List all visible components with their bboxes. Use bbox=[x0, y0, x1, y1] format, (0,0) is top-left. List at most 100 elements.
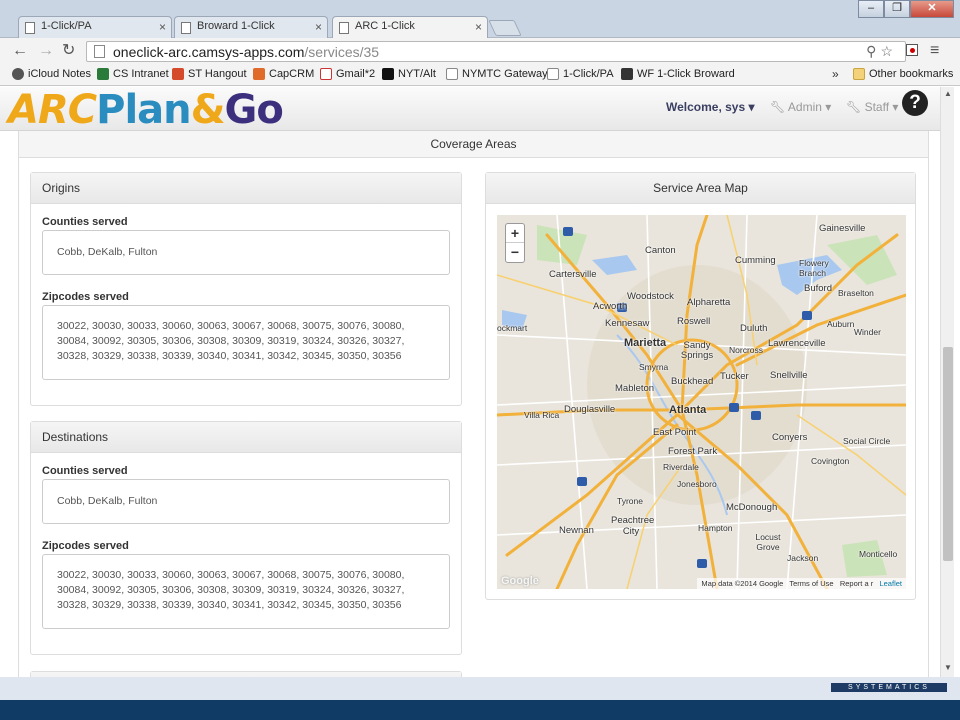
google-logo: Google bbox=[501, 575, 539, 587]
reload-icon[interactable]: ↻ bbox=[62, 42, 75, 60]
scroll-down-icon[interactable]: ▼ bbox=[944, 663, 952, 672]
map-label: Forest Park bbox=[668, 446, 718, 457]
star-icon[interactable]: ☆ bbox=[880, 43, 897, 59]
footer-light-band: SYSTEMATICS bbox=[0, 677, 960, 700]
destinations-panel: Destinations Counties served Cobb, DeKal… bbox=[30, 421, 462, 655]
service-area-map[interactable]: Gainesville Canton Cumming Flowery Branc… bbox=[497, 215, 906, 589]
leaflet-link[interactable]: Leaflet bbox=[879, 579, 902, 588]
map-label: Snellville bbox=[770, 370, 808, 381]
extension-icon[interactable] bbox=[906, 44, 918, 56]
tab-1-click-pa[interactable]: 1-Click/PA × bbox=[18, 16, 172, 38]
service-area-map-panel: Service Area Map Gainesville Canton Cumm… bbox=[485, 172, 916, 600]
destinations-heading: Destinations bbox=[31, 422, 461, 453]
logo-arc: ARC bbox=[8, 87, 97, 133]
bookmark-label: NYMTC Gateway bbox=[462, 68, 548, 80]
map-label: Canton bbox=[645, 245, 676, 256]
map-data-text: Map data ©2014 Google bbox=[701, 579, 784, 588]
origins-counties-field: Cobb, DeKalb, Fulton bbox=[42, 230, 450, 275]
map-label: Cumming bbox=[735, 255, 776, 266]
bookmark-label: Other bookmarks bbox=[869, 68, 954, 80]
map-label: Peachtree City bbox=[611, 515, 655, 537]
address-bar[interactable]: oneclick-arc.camsys-apps.com/services/35… bbox=[86, 41, 906, 62]
report-link[interactable]: Report a r bbox=[840, 579, 873, 588]
help-icon[interactable]: ? bbox=[902, 90, 928, 116]
bookmark-item[interactable]: iCloud Notes bbox=[12, 68, 91, 80]
page-viewport: ARCPlan&Go Welcome, sys ▾ 🔧︎ Admin ▾ 🔧︎ … bbox=[0, 87, 940, 677]
page-scrollbar[interactable]: ▲ ▼ bbox=[940, 87, 954, 677]
map-label: Sandy Springs bbox=[680, 340, 714, 361]
minimize-button[interactable]: – bbox=[858, 0, 884, 18]
map-label: McDonough bbox=[726, 502, 778, 513]
map-attribution: Map data ©2014 Google Terms of Use Repor… bbox=[697, 578, 906, 589]
map-label: Atlanta bbox=[669, 404, 707, 416]
page-icon bbox=[25, 22, 35, 34]
close-icon[interactable]: × bbox=[159, 20, 166, 34]
other-bookmarks[interactable]: Other bookmarks bbox=[853, 68, 953, 80]
zoom-in-button[interactable]: + bbox=[506, 224, 524, 243]
more-bookmarks-button[interactable]: » bbox=[832, 67, 839, 81]
map-label: Norcross bbox=[729, 345, 764, 355]
staff-menu[interactable]: 🔧︎ Staff ▾ bbox=[846, 100, 898, 114]
origins-panel: Origins Counties served Cobb, DeKalb, Fu… bbox=[30, 172, 462, 406]
plan-and-go-logo[interactable]: ARCPlan&Go bbox=[8, 87, 284, 133]
terms-link[interactable]: Terms of Use bbox=[789, 579, 833, 588]
browser-window: 1-Click/PA × Broward 1-Click × ARC 1-Cli… bbox=[0, 0, 960, 720]
map-label: Social Circle bbox=[843, 436, 891, 446]
back-icon[interactable]: ← bbox=[12, 42, 28, 60]
close-icon[interactable]: × bbox=[315, 20, 322, 34]
map-label: Cartersville bbox=[549, 269, 597, 280]
capcrm-icon bbox=[253, 68, 265, 80]
logo-plan: Plan bbox=[96, 87, 191, 133]
map-label: Marietta bbox=[624, 337, 667, 349]
bookmark-item[interactable]: WF 1-Click Broward bbox=[621, 68, 735, 80]
map-label: Mableton bbox=[615, 383, 655, 394]
tab-arc-1-click[interactable]: ARC 1-Click × bbox=[332, 16, 488, 39]
origins-heading: Origins bbox=[31, 173, 461, 204]
bookmark-item[interactable]: NYT/Alt bbox=[382, 68, 436, 80]
map-label: Tyrone bbox=[617, 496, 643, 506]
bookmark-item[interactable]: Gmail*2 bbox=[320, 68, 375, 80]
bookmark-item[interactable]: CS Intranet bbox=[97, 68, 169, 80]
zipcodes-label: Zipcodes served bbox=[42, 291, 129, 303]
bookmark-label: 1-Click/PA bbox=[563, 68, 614, 80]
zoom-out-button[interactable]: − bbox=[506, 243, 524, 262]
google-plus-icon bbox=[172, 68, 184, 80]
new-tab-button[interactable] bbox=[488, 20, 522, 36]
bookmark-item[interactable]: CapCRM bbox=[253, 68, 314, 80]
destinations-zipcodes-field: 30022, 30030, 30033, 30060, 30063, 30067… bbox=[42, 554, 450, 629]
map-label: Newnan bbox=[559, 525, 594, 536]
close-window-button[interactable]: ✕ bbox=[910, 0, 954, 18]
map-label: Villa Rica bbox=[524, 410, 560, 420]
map-label: Buckhead bbox=[671, 376, 714, 387]
admin-menu[interactable]: 🔧︎ Admin ▾ bbox=[770, 100, 831, 114]
wrench-icon: 🔧︎ bbox=[770, 100, 786, 114]
map-label: Tucker bbox=[720, 371, 749, 382]
menu-icon[interactable]: ≡ bbox=[930, 42, 939, 60]
map-label: Duluth bbox=[740, 323, 768, 334]
map-label: Riverdale bbox=[663, 462, 699, 472]
map-label: Gainesville bbox=[819, 223, 866, 234]
window-controls: – ❐ ✕ bbox=[858, 0, 954, 18]
forward-icon[interactable]: → bbox=[38, 42, 54, 60]
apple-icon bbox=[12, 68, 24, 80]
page-icon bbox=[446, 68, 458, 80]
bookmark-item[interactable]: NYMTC Gateway bbox=[446, 68, 548, 80]
tab-broward[interactable]: Broward 1-Click × bbox=[174, 16, 328, 38]
close-icon[interactable]: × bbox=[475, 20, 482, 34]
logo-go: Go bbox=[224, 87, 284, 133]
logo-amp: & bbox=[190, 87, 226, 133]
map-label: Lawrenceville bbox=[768, 338, 826, 349]
welcome-menu[interactable]: Welcome, sys ▾ bbox=[666, 100, 755, 114]
map-label: Roswell bbox=[677, 316, 711, 327]
browser-toolbar: ← → ↻ oneclick-arc.camsys-apps.com/servi… bbox=[0, 38, 960, 64]
search-icon[interactable]: ⚲ bbox=[866, 43, 880, 59]
bookmark-item[interactable]: ST Hangout bbox=[172, 68, 247, 80]
map-label: Locust Grove bbox=[755, 532, 781, 552]
bookmark-item[interactable]: 1-Click/PA bbox=[547, 68, 614, 80]
scroll-thumb[interactable] bbox=[943, 347, 953, 561]
slide-footer: SYSTEMATICS bbox=[0, 677, 960, 720]
bookmarks-bar: iCloud Notes CS Intranet ST Hangout CapC… bbox=[0, 64, 960, 86]
maximize-button[interactable]: ❐ bbox=[884, 0, 910, 18]
footer-dark-band bbox=[0, 700, 960, 720]
scroll-up-icon[interactable]: ▲ bbox=[944, 89, 952, 98]
